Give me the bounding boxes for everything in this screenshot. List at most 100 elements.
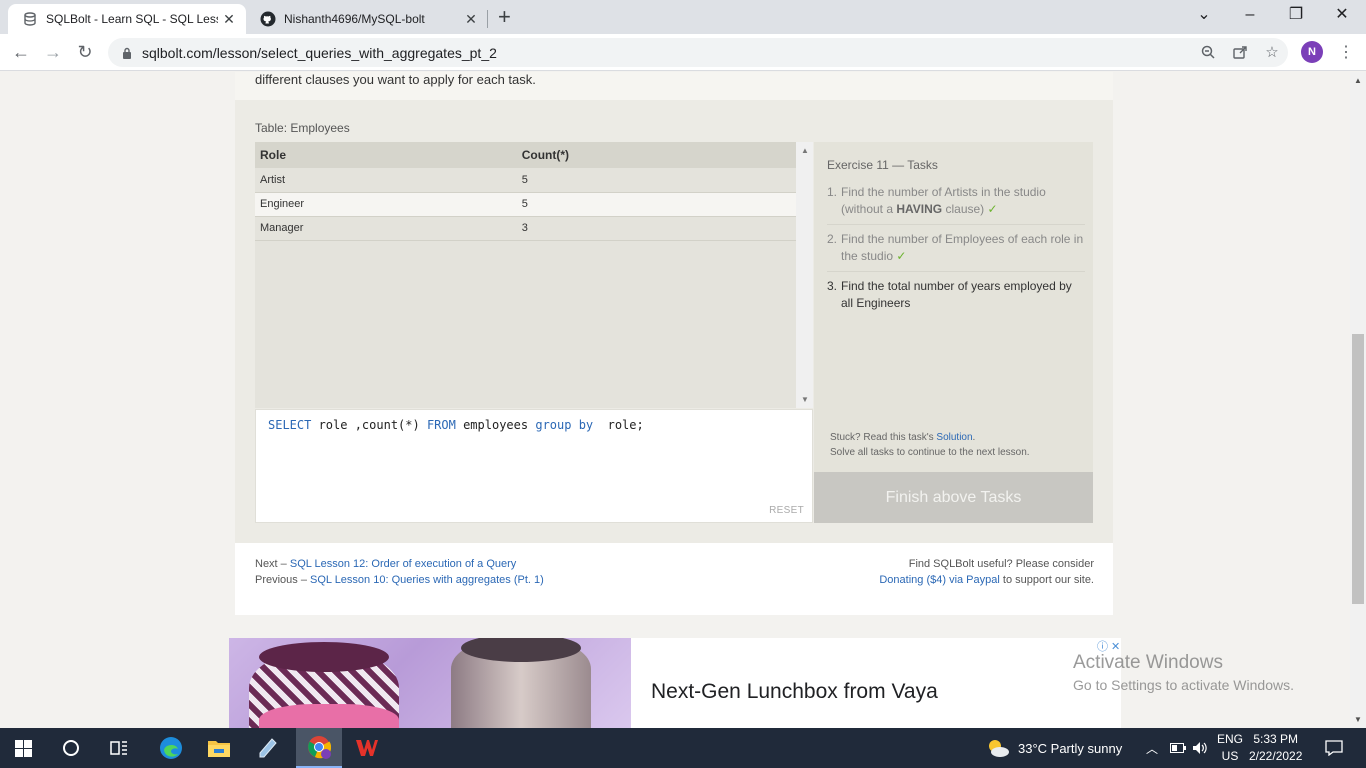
tab-title: Nishanth4696/MySQL-bolt: [284, 12, 425, 26]
task-number: 3.: [827, 279, 838, 293]
sql-text: role;: [593, 418, 644, 432]
sql-code[interactable]: SELECT role ,count(*) FROM employees gro…: [268, 418, 644, 432]
lesson-card: different clauses you want to apply for …: [235, 72, 1113, 615]
chrome-icon[interactable]: [296, 728, 342, 768]
previous-lesson-link[interactable]: SQL Lesson 10: Queries with aggregates (…: [310, 574, 544, 586]
sql-keyword: group by: [535, 418, 594, 432]
database-icon: [22, 11, 38, 27]
lock-icon: [123, 47, 131, 59]
close-icon[interactable]: ✕: [460, 11, 482, 28]
forward-arrow-icon[interactable]: →: [40, 40, 66, 64]
page-scrollbar[interactable]: ▲ ▼: [1350, 72, 1366, 728]
table-row: Engineer 5: [255, 192, 796, 217]
window-close-icon[interactable]: ✕: [1322, 4, 1362, 26]
sql-text: role ,count(*): [311, 418, 427, 432]
reset-button[interactable]: RESET: [769, 505, 804, 516]
scroll-down-arrow-icon[interactable]: ▼: [1354, 715, 1362, 724]
share-icon[interactable]: [1231, 43, 1249, 61]
weather-text: 33°C Partly sunny: [1018, 740, 1123, 756]
zoom-icon[interactable]: [1199, 43, 1217, 61]
partly-sunny-icon: [989, 740, 1009, 757]
browser-toolbar: ← → ↻ sqlbolt.com/lesson/select_queries_…: [0, 34, 1366, 71]
task-text: Find the total number of years employed …: [841, 279, 1072, 310]
results-scrollbar[interactable]: ▲ ▼: [796, 142, 813, 408]
ad-image[interactable]: [229, 638, 631, 728]
kebab-menu-icon[interactable]: ⋮: [1338, 42, 1354, 62]
scroll-up-arrow-icon[interactable]: ▲: [801, 146, 809, 155]
intro-text: different clauses you want to apply for …: [255, 72, 536, 87]
notepad-icon[interactable]: [244, 728, 290, 768]
table-label: Table: Employees: [255, 121, 350, 135]
restore-icon[interactable]: ❐: [1276, 4, 1316, 26]
volume-icon[interactable]: [1192, 728, 1208, 768]
task-number: 1.: [827, 185, 838, 199]
column-header-role: Role: [255, 142, 517, 168]
watermark-title: Activate Windows: [1073, 652, 1223, 673]
cell-count: 3: [516, 216, 796, 241]
stuck-text: Stuck? Read this task's: [830, 432, 937, 443]
close-icon[interactable]: ✕: [218, 11, 240, 28]
scroll-down-arrow-icon[interactable]: ▼: [801, 395, 809, 404]
advertisement[interactable]: Next-Gen Lunchbox from Vaya ⓘ ✕: [229, 638, 1121, 728]
battery-icon[interactable]: [1170, 728, 1186, 768]
task-keyword: HAVING: [896, 202, 943, 216]
finish-tasks-button[interactable]: Finish above Tasks: [814, 472, 1093, 523]
ad-title[interactable]: Next-Gen Lunchbox from Vaya: [651, 680, 938, 704]
bookmark-star-icon[interactable]: ☆: [1263, 43, 1281, 61]
tab-sqlbolt[interactable]: SQLBolt - Learn SQL - SQL Lesson ✕: [8, 4, 246, 34]
donate-link[interactable]: Donating ($4) via Paypal: [879, 574, 999, 586]
page-viewport: different clauses you want to apply for …: [0, 72, 1350, 728]
check-icon: ✓: [987, 202, 998, 216]
results-table: Role Count(*) Artist 5 Engineer 5 Manage…: [255, 142, 796, 241]
stuck-end: .: [972, 432, 976, 443]
tab-title: SQLBolt - Learn SQL - SQL Lesson: [46, 12, 218, 26]
tab-search-chevron-icon[interactable]: ⌄: [1184, 4, 1224, 26]
profile-avatar[interactable]: N: [1301, 41, 1323, 63]
notifications-icon[interactable]: [1325, 728, 1343, 768]
sql-keyword: FROM: [426, 418, 456, 432]
windows-start-icon[interactable]: [0, 728, 46, 768]
prev-prefix: Previous –: [255, 574, 311, 586]
task-text: Find the number of Employees of each rol…: [841, 232, 1084, 263]
new-tab-plus-icon[interactable]: +: [498, 6, 511, 28]
task-item-2: 2. Find the number of Employees of each …: [827, 231, 1085, 272]
task-view-icon[interactable]: [96, 728, 142, 768]
sql-text: employees: [455, 418, 536, 432]
next-lesson-link[interactable]: SQL Lesson 12: Order of execution of a Q…: [290, 558, 516, 570]
weather-widget[interactable]: 33°C Partly sunny: [986, 728, 1122, 768]
cell-role: Artist: [255, 168, 517, 193]
tasks-panel: Exercise 11 — Tasks 1. Find the number o…: [814, 142, 1093, 523]
table-row: Artist 5: [255, 168, 796, 193]
back-arrow-icon[interactable]: ←: [8, 40, 34, 64]
tray-overflow-chevron-icon[interactable]: ︿: [1146, 728, 1158, 768]
results-table-container: Role Count(*) Artist 5 Engineer 5 Manage…: [255, 142, 813, 408]
wps-office-icon[interactable]: [344, 728, 390, 768]
language-indicator[interactable]: ENG US: [1217, 731, 1243, 765]
edge-browser-icon[interactable]: [148, 728, 194, 768]
sql-editor[interactable]: SELECT role ,count(*) FROM employees gro…: [255, 409, 813, 523]
solution-link[interactable]: Solution: [936, 432, 972, 443]
tab-separator: [487, 10, 488, 28]
cell-role: Manager: [255, 216, 517, 241]
search-circle-icon[interactable]: [48, 728, 94, 768]
stuck-hint: Stuck? Read this task's Solution. Solve …: [830, 430, 1030, 460]
task-text-end: clause): [942, 202, 985, 216]
task-item-3: 3. Find the total number of years employ…: [827, 278, 1085, 318]
address-bar[interactable]: sqlbolt.com/lesson/select_queries_with_a…: [108, 38, 1288, 67]
scrollbar-thumb[interactable]: [1352, 334, 1364, 604]
system-clock[interactable]: 5:33 PM 2/22/2022: [1249, 731, 1302, 765]
language-code: ENG: [1217, 732, 1244, 746]
windows-taskbar: 33°C Partly sunny ︿ ENG US 5:33 PM 2/22/…: [0, 728, 1366, 768]
tab-github[interactable]: Nishanth4696/MySQL-bolt ✕: [246, 4, 488, 34]
clock-time: 5:33 PM: [1253, 732, 1299, 746]
task-list: 1. Find the number of Artists in the stu…: [827, 184, 1085, 324]
reload-icon[interactable]: ↻: [72, 40, 98, 64]
github-icon: [260, 11, 276, 27]
column-header-count: Count(*): [516, 142, 796, 168]
table-row: Manager 3: [255, 216, 796, 241]
donate-note: Find SQLBolt useful? Please consider Don…: [879, 556, 1094, 588]
activate-windows-watermark: Activate Windows Go to Settings to activ…: [1073, 652, 1294, 693]
scroll-up-arrow-icon[interactable]: ▲: [1354, 76, 1362, 85]
file-explorer-icon[interactable]: [196, 728, 242, 768]
minimize-icon[interactable]: –: [1230, 4, 1270, 26]
